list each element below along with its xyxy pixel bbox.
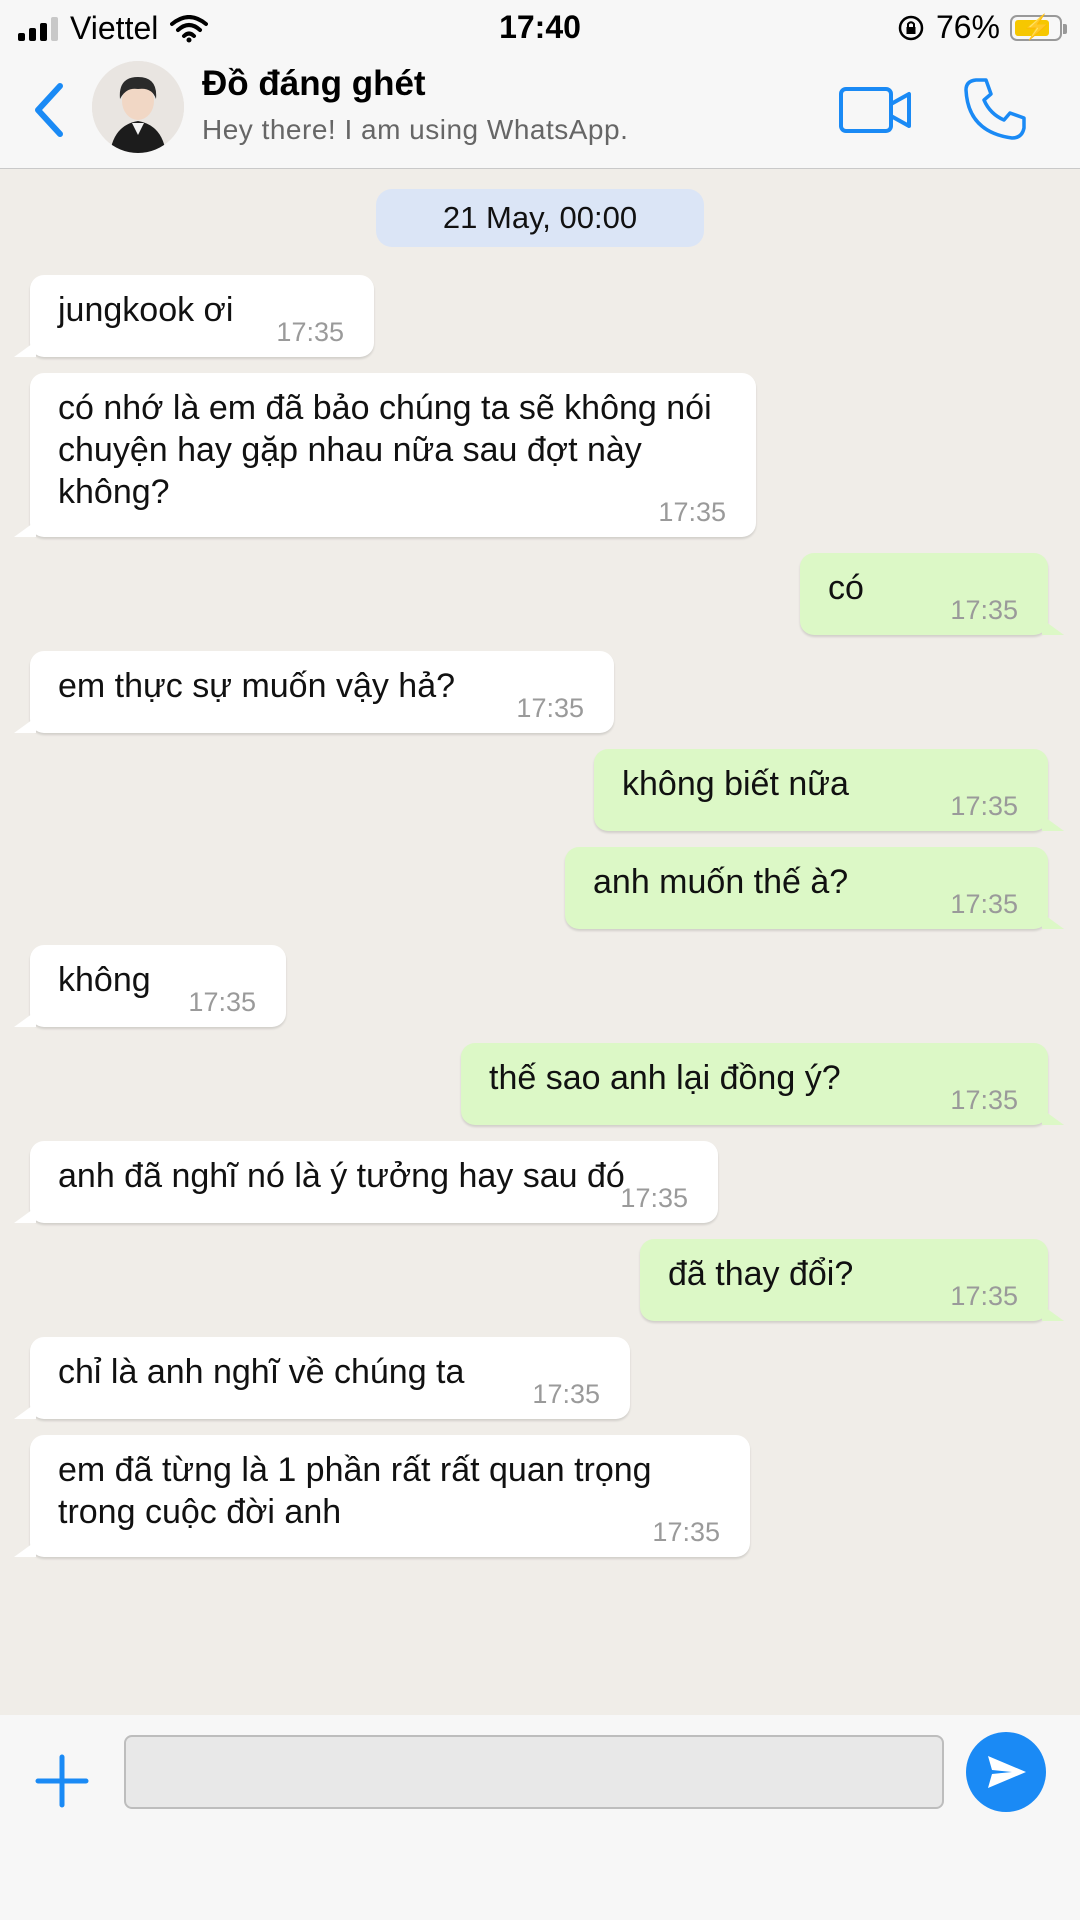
message-time: 17:35 — [950, 1085, 1018, 1115]
plus-icon[interactable] — [34, 1753, 90, 1809]
message-time: 17:35 — [658, 497, 726, 527]
message-time: 17:35 — [950, 595, 1018, 625]
video-call-icon[interactable] — [838, 82, 912, 138]
phone-icon[interactable] — [962, 76, 1028, 142]
status-right: 76% ⚡ — [896, 9, 1067, 46]
message-bubble-incoming[interactable]: anh đã nghĩ nó là ý tưởng hay sau đó 17:… — [14, 1141, 718, 1223]
chat-header: Đồ đáng ghét Hey there! I am using Whats… — [0, 54, 1080, 169]
message-text: không — [58, 961, 151, 999]
battery-percent: 76% — [935, 9, 1000, 45]
message-bubble-outgoing[interactable]: không biết nữa 17:35 — [594, 749, 1064, 831]
message-time: 17:35 — [652, 1517, 720, 1547]
message-time: 17:35 — [516, 693, 584, 723]
message-time: 17:35 — [188, 987, 256, 1017]
message-text: jungkook ơi — [58, 291, 234, 329]
message-bubble-incoming[interactable]: không 17:35 — [14, 945, 286, 1027]
contact-name[interactable]: Đồ đáng ghét — [202, 64, 426, 104]
message-bubble-incoming[interactable]: em đã từng là 1 phần rất rất quan trọng … — [14, 1435, 750, 1557]
message-bubble-outgoing[interactable]: đã thay đổi? 17:35 — [640, 1239, 1064, 1321]
composer-bar — [0, 1715, 1080, 1920]
message-time: 17:35 — [276, 317, 344, 347]
message-bubble-incoming[interactable]: chỉ là anh nghĩ về chúng ta 17:35 — [14, 1337, 630, 1419]
message-text: anh đã nghĩ nó là ý tưởng hay sau đó — [58, 1157, 625, 1195]
message-text: em đã từng là 1 phần rất rất quan trọng … — [58, 1451, 652, 1531]
message-text: anh muốn thế à? — [593, 863, 849, 901]
message-bubble-incoming[interactable]: jungkook ơi 17:35 — [14, 275, 374, 357]
message-input[interactable] — [124, 1735, 944, 1809]
message-time: 17:35 — [950, 791, 1018, 821]
orientation-lock-icon — [898, 15, 924, 40]
date-divider: 21 May, 00:00 — [376, 189, 704, 247]
send-button[interactable] — [966, 1732, 1046, 1812]
message-time: 17:35 — [950, 889, 1018, 919]
send-icon — [988, 1756, 1026, 1788]
message-text: có nhớ là em đã bảo chúng ta sẽ không nó… — [58, 389, 712, 511]
message-text: có — [828, 569, 864, 607]
back-chevron-icon[interactable] — [28, 78, 68, 142]
battery-charging-icon: ⚡ — [1010, 14, 1067, 41]
message-time: 17:35 — [950, 1281, 1018, 1311]
message-time: 17:35 — [532, 1379, 600, 1409]
status-bar: Viettel 17:40 76% ⚡ — [0, 0, 1080, 54]
avatar[interactable] — [92, 61, 184, 153]
message-text: em thực sự muốn vậy hả? — [58, 667, 456, 705]
message-bubble-outgoing[interactable]: có 17:35 — [800, 553, 1064, 635]
message-bubble-incoming[interactable]: có nhớ là em đã bảo chúng ta sẽ không nó… — [14, 373, 756, 537]
chat-area[interactable]: 21 May, 00:00 jungkook ơi 17:35 có nhớ l… — [0, 169, 1080, 1715]
message-text: thế sao anh lại đồng ý? — [489, 1059, 841, 1097]
message-text: đã thay đổi? — [668, 1255, 854, 1293]
message-bubble-outgoing[interactable]: thế sao anh lại đồng ý? 17:35 — [461, 1043, 1064, 1125]
message-text: không biết nữa — [622, 765, 849, 803]
contact-status: Hey there! I am using WhatsApp. — [202, 114, 629, 145]
message-bubble-outgoing[interactable]: anh muốn thế à? 17:35 — [565, 847, 1064, 929]
message-time: 17:35 — [620, 1183, 688, 1213]
message-text: chỉ là anh nghĩ về chúng ta — [58, 1353, 465, 1391]
message-bubble-incoming[interactable]: em thực sự muốn vậy hả? 17:35 — [14, 651, 614, 733]
